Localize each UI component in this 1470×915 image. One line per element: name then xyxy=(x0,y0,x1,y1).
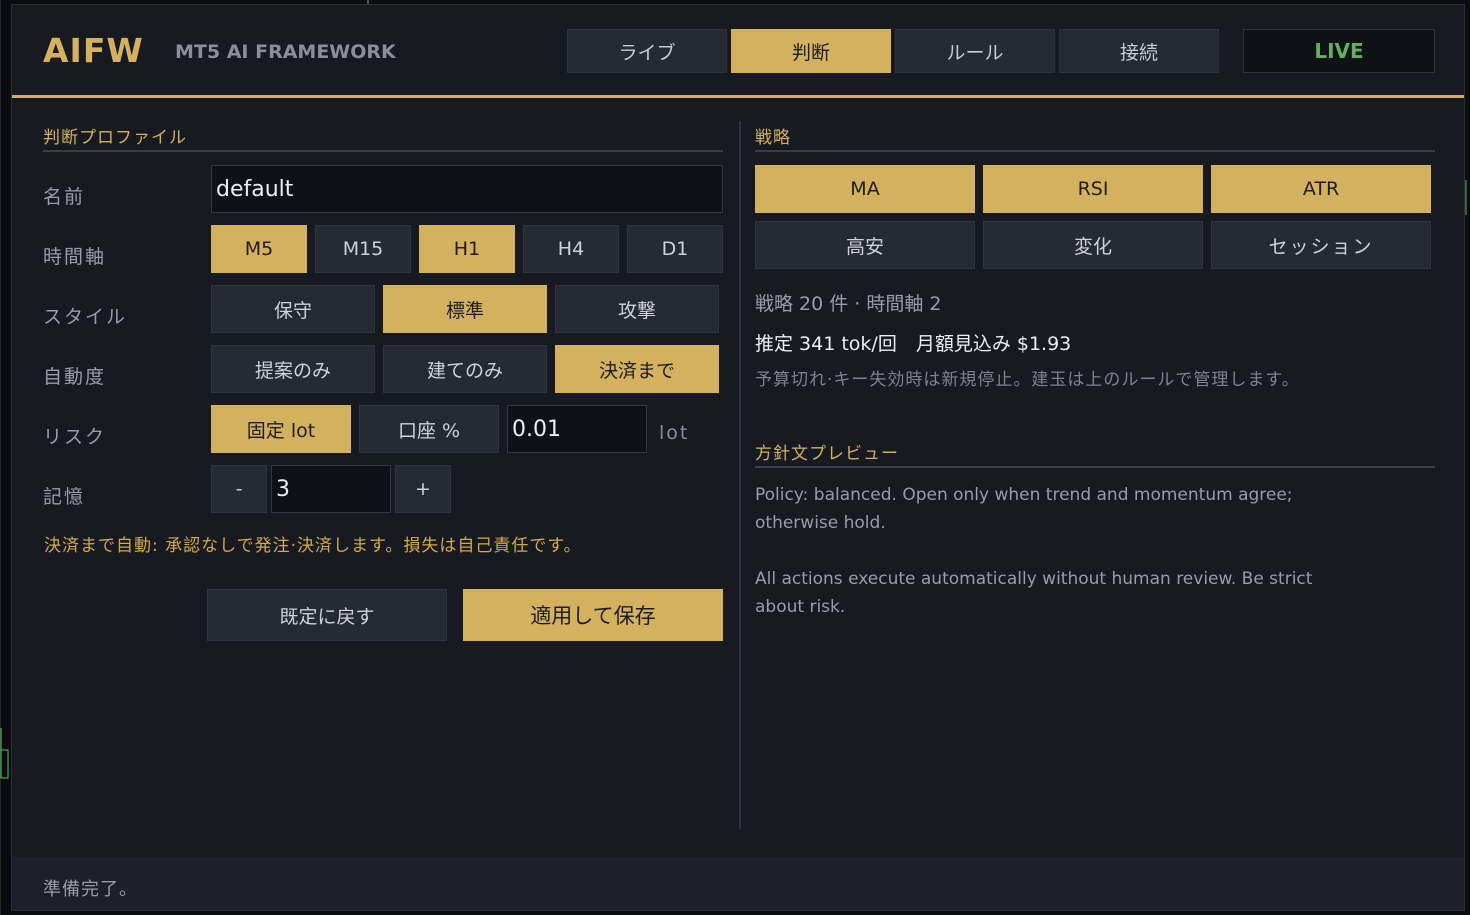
header-divider xyxy=(12,95,1464,98)
risk-account-percent-button[interactable]: 口座 % xyxy=(359,405,499,453)
app-logo: AIFW xyxy=(43,31,144,70)
style-standard-button[interactable]: 標準 xyxy=(383,285,547,333)
preview-section-divider xyxy=(755,466,1435,468)
timeframe-h4-button[interactable]: H4 xyxy=(523,225,619,273)
autonomy-label: 自動度 xyxy=(43,366,107,388)
autonomy-close-button[interactable]: 決済まで xyxy=(555,345,719,393)
preview-section-title: 方針文プレビュー xyxy=(755,444,899,464)
panel-divider xyxy=(739,121,741,829)
profile-section-divider xyxy=(43,150,723,152)
autonomy-suggest-button[interactable]: 提案のみ xyxy=(211,345,375,393)
budget-note: 予算切れ·キー失効時は新規停止。建玉は上のルールで管理します。 xyxy=(755,370,1300,390)
strategy-rsi-button[interactable]: RSI xyxy=(983,165,1203,213)
memory-increment-button[interactable]: + xyxy=(395,465,451,513)
header: AIFW MT5 AI FRAMEWORK ライブ 判断 ルール 接続 LIVE xyxy=(12,5,1464,95)
tab-rules[interactable]: ルール xyxy=(895,29,1055,73)
strategy-summary: 戦略 20 件 · 時間軸 2 xyxy=(755,293,942,315)
live-status-badge[interactable]: LIVE xyxy=(1243,29,1435,73)
style-label: スタイル xyxy=(43,306,128,328)
tab-judgment[interactable]: 判断 xyxy=(731,29,891,73)
tab-live[interactable]: ライブ xyxy=(567,29,727,73)
risk-value-field[interactable]: 0.01 xyxy=(507,405,647,453)
memory-label: 記憶 xyxy=(43,486,86,508)
name-label: 名前 xyxy=(43,186,86,208)
app-subtitle: MT5 AI FRAMEWORK xyxy=(175,41,396,63)
tab-connection[interactable]: 接続 xyxy=(1059,29,1219,73)
strategy-highlow-button[interactable]: 高安 xyxy=(755,221,975,269)
strategy-section-title: 戦略 xyxy=(755,128,791,148)
style-conservative-button[interactable]: 保守 xyxy=(211,285,375,333)
app-window: AIFW MT5 AI FRAMEWORK ライブ 判断 ルール 接続 LIVE… xyxy=(11,4,1465,911)
strategy-session-button[interactable]: セッション xyxy=(1211,221,1431,269)
autonomy-open-button[interactable]: 建てのみ xyxy=(383,345,547,393)
timeframe-m15-button[interactable]: M15 xyxy=(315,225,411,273)
reset-defaults-button[interactable]: 既定に戻す xyxy=(207,589,447,641)
profile-name-field[interactable]: default xyxy=(211,165,723,213)
strategy-change-button[interactable]: 変化 xyxy=(983,221,1203,269)
status-bar: 準備完了。 xyxy=(12,857,1464,910)
policy-preview-line-1: Policy: balanced. Open only when trend a… xyxy=(755,485,1293,533)
strategy-atr-button[interactable]: ATR xyxy=(1211,165,1431,213)
autonomy-warning: 決済まで自動: 承認なしで発注·決済します。損失は自己責任です。 xyxy=(44,536,582,556)
policy-preview-line-2: All actions execute automatically withou… xyxy=(755,569,1313,617)
timeframe-d1-button[interactable]: D1 xyxy=(627,225,723,273)
strategy-ma-button[interactable]: MA xyxy=(755,165,975,213)
timeframe-m5-button[interactable]: M5 xyxy=(211,225,307,273)
style-aggressive-button[interactable]: 攻撃 xyxy=(555,285,719,333)
apply-save-button[interactable]: 適用して保存 xyxy=(463,589,723,641)
cost-estimate: 推定 341 tok/回 月額見込み $1.93 xyxy=(755,333,1072,355)
risk-fixed-lot-button[interactable]: 固定 lot xyxy=(211,405,351,453)
risk-unit-label: lot xyxy=(659,422,690,444)
timeframe-h1-button[interactable]: H1 xyxy=(419,225,515,273)
risk-label: リスク xyxy=(43,426,107,448)
status-text: 準備完了。 xyxy=(43,879,138,900)
strategy-section-divider xyxy=(755,150,1435,152)
timeframe-label: 時間軸 xyxy=(43,246,107,268)
profile-section-title: 判断プロファイル xyxy=(43,128,187,148)
memory-decrement-button[interactable]: - xyxy=(211,465,267,513)
memory-value-field[interactable]: 3 xyxy=(271,465,391,513)
